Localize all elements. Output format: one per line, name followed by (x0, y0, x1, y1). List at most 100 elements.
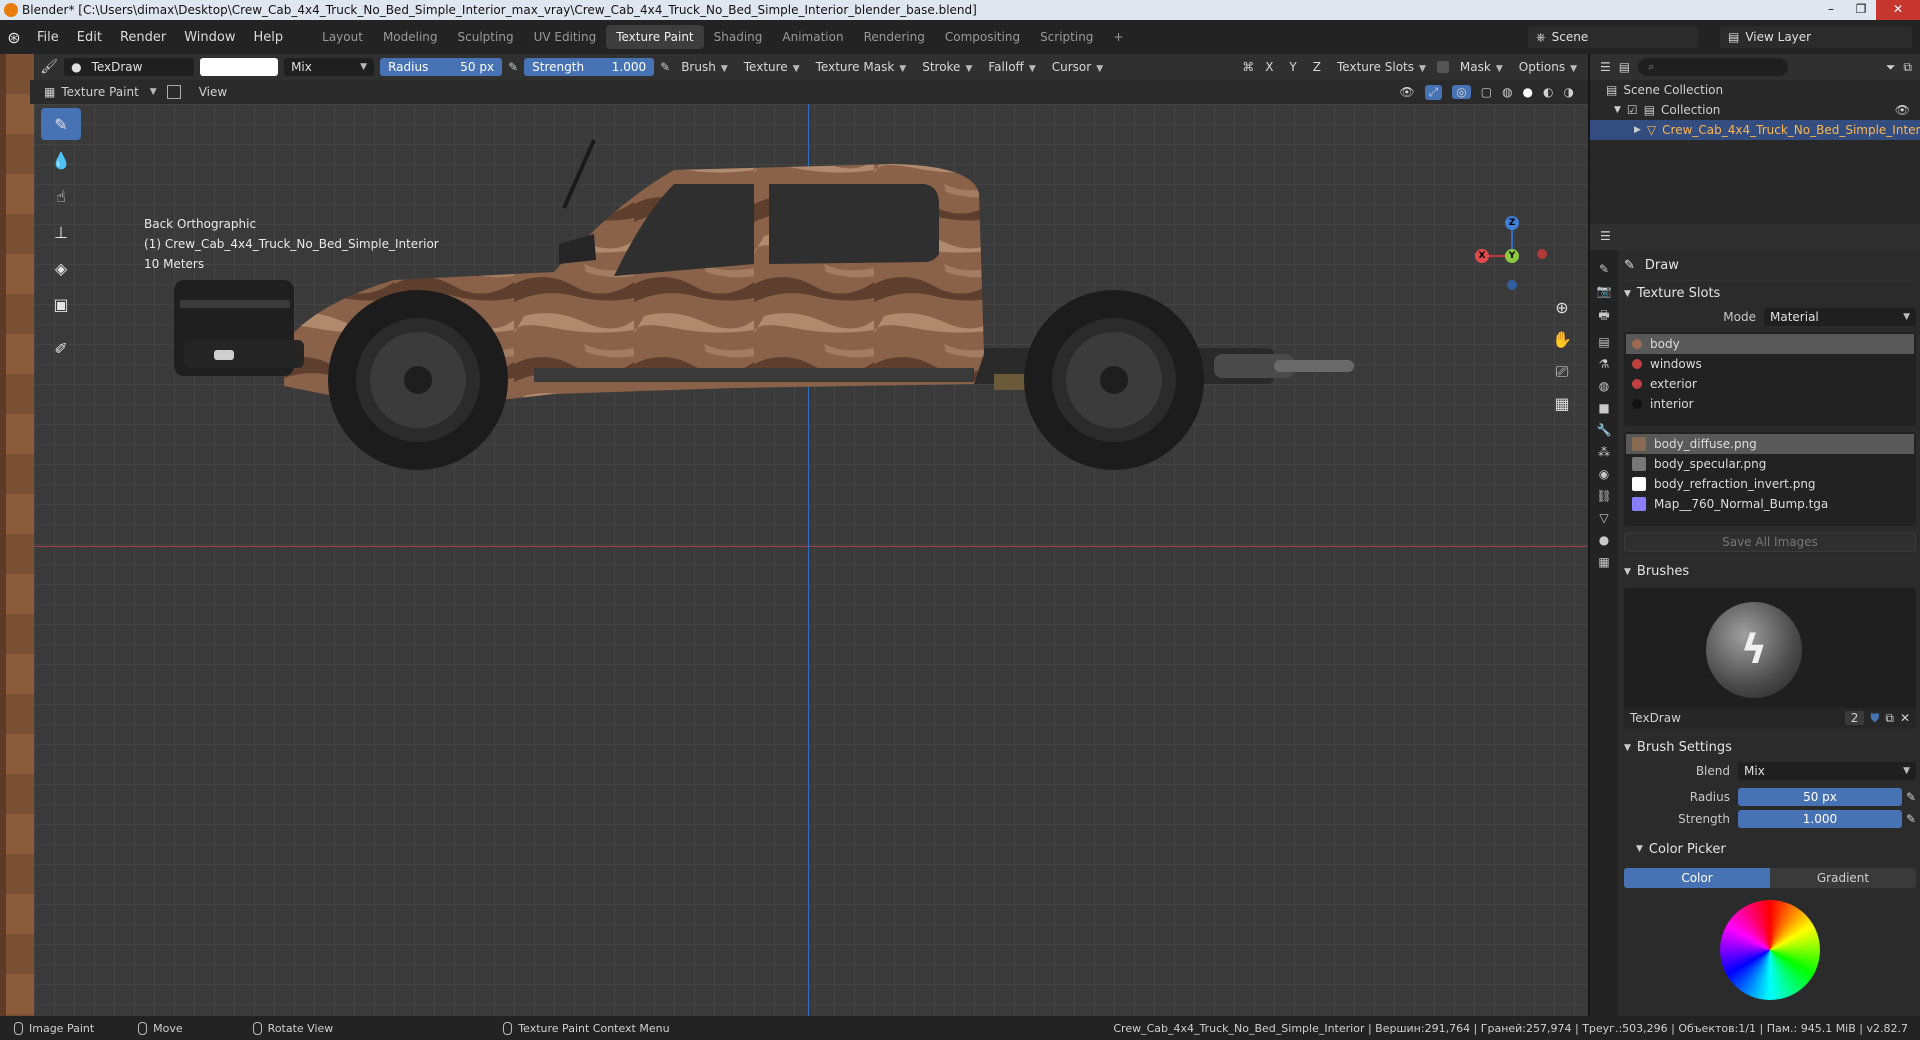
new-collection-icon[interactable]: ⧉ (1903, 60, 1912, 75)
tab-modeling[interactable]: Modeling (373, 25, 448, 49)
save-all-images-button[interactable]: Save All Images (1624, 532, 1916, 552)
menu-help[interactable]: Help (245, 30, 293, 45)
list-item[interactable]: body_specular.png (1626, 454, 1914, 474)
tab-texture-paint[interactable]: Texture Paint (606, 25, 704, 49)
tab-shading[interactable]: Shading (704, 25, 773, 49)
tab-uv-editing[interactable]: UV Editing (524, 25, 607, 49)
menu-window[interactable]: Window (175, 30, 244, 45)
constraints-tab-icon[interactable]: ⛓ (1594, 489, 1614, 503)
shading-rendered-icon[interactable]: ◑ (1564, 85, 1574, 99)
outliner-scene-collection[interactable]: ▤ Scene Collection (1590, 80, 1920, 100)
stroke-menu[interactable]: Stroke ▼ (917, 60, 977, 74)
pan-hand-icon[interactable]: ✋ (1548, 326, 1576, 354)
gizmo-neg-x-icon[interactable] (1537, 249, 1547, 259)
duplicate-icon[interactable]: ⧉ (1885, 711, 1894, 726)
camera-icon[interactable]: ⎚ (1548, 358, 1576, 386)
render-tab-icon[interactable]: 📷 (1594, 284, 1614, 298)
grid-view-icon[interactable]: ▦ (1548, 390, 1576, 418)
tab-color[interactable]: Color (1624, 868, 1770, 888)
shading-wireframe-icon[interactable]: ◍ (1502, 85, 1512, 99)
brush-name-field[interactable]: ● TexDraw (64, 58, 195, 76)
pressure-icon[interactable]: ✎ (1906, 812, 1916, 826)
menu-render[interactable]: Render (111, 30, 175, 45)
eye-icon[interactable]: 👁 (1895, 103, 1910, 117)
mirror-y-toggle[interactable]: Y (1284, 60, 1301, 74)
object-tab-icon[interactable]: ■ (1594, 401, 1614, 415)
color-swatch[interactable] (200, 58, 279, 76)
mirror-z-toggle[interactable]: Z (1308, 60, 1326, 74)
3d-viewport[interactable]: Back Orthographic (1) Crew_Cab_4x4_Truck… (34, 104, 1588, 1016)
gizmo-y-icon[interactable]: Y (1505, 249, 1519, 263)
texture-slots-menu[interactable]: Texture Slots ▼ (1332, 60, 1431, 74)
output-tab-icon[interactable]: 🖶 (1594, 306, 1614, 327)
close-icon[interactable]: ✕ (1876, 0, 1920, 20)
strength-field[interactable]: 1.000 (1738, 810, 1902, 828)
smear-tool-icon[interactable]: ☝ (41, 180, 81, 212)
view-menu[interactable]: View (199, 85, 227, 99)
brush-menu[interactable]: Brush ▼ (676, 60, 733, 74)
tab-rendering[interactable]: Rendering (854, 25, 935, 49)
blender-logo-icon[interactable]: ⊛ (0, 28, 28, 47)
blend-dropdown[interactable]: Mix ▼ (1738, 762, 1916, 780)
tool-tab-icon[interactable]: ✎ (1594, 262, 1614, 276)
visibility-icon[interactable]: 👁 (1399, 85, 1414, 99)
world-tab-icon[interactable]: ◍ (1594, 379, 1614, 393)
texture-slots-panel-header[interactable]: ▼ Texture Slots (1624, 280, 1916, 306)
mask-tool-icon[interactable]: ▣ (41, 288, 81, 320)
list-item[interactable]: interior (1626, 394, 1914, 414)
physics-tab-icon[interactable]: ◉ (1594, 467, 1614, 481)
brush-name-field[interactable]: TexDraw (1630, 711, 1839, 725)
outliner-collection[interactable]: ▼ ☑ ▤ Collection 👁 (1590, 100, 1920, 120)
blend-dropdown[interactable]: Mix ▼ (284, 58, 375, 76)
tab-sculpting[interactable]: Sculpting (448, 25, 524, 49)
minimize-icon[interactable]: – (1816, 0, 1846, 20)
brush-users-count[interactable]: 2 (1844, 711, 1865, 725)
scene-tab-icon[interactable]: ⚗ (1594, 357, 1614, 371)
fake-user-icon[interactable]: ⛊ (1870, 711, 1879, 726)
radius-slider[interactable]: Radius 50 px (380, 58, 503, 76)
view-layer-tab-icon[interactable]: ▤ (1594, 335, 1614, 349)
list-item[interactable]: exterior (1626, 374, 1914, 394)
cursor-menu[interactable]: Cursor ▼ (1047, 60, 1108, 74)
menu-file[interactable]: File (28, 30, 68, 45)
mirror-x-toggle[interactable]: X (1260, 60, 1278, 74)
filter-icon[interactable]: ⏷ (1886, 60, 1896, 75)
toggle-icon[interactable] (166, 85, 181, 99)
outliner-object-row[interactable]: ▶ ▽ Crew_Cab_4x4_Truck_No_Bed_Simple_Int… (1590, 120, 1920, 140)
modifier-tab-icon[interactable]: 🔧 (1594, 423, 1614, 437)
strength-slider[interactable]: Strength 1.000 (524, 58, 655, 76)
gizmo-toggle-icon[interactable]: ⤢ (1424, 84, 1443, 100)
overlays-icon[interactable]: ◎ (1452, 85, 1471, 99)
color-wheel[interactable] (1720, 900, 1820, 1000)
tab-animation[interactable]: Animation (772, 25, 853, 49)
navigation-gizmo[interactable]: Z Y X (1462, 210, 1572, 300)
gizmo-neg-z-icon[interactable] (1507, 280, 1517, 290)
view-layer-selector[interactable]: ▤ View Layer (1720, 26, 1912, 48)
soften-tool-icon[interactable]: 💧 (41, 144, 81, 176)
texture-tab-icon[interactable]: ▦ (1594, 555, 1614, 569)
clone-tool-icon[interactable]: ⊥ (41, 216, 81, 248)
zoom-icon[interactable]: ⊕ (1548, 294, 1576, 322)
gizmo-x-icon[interactable]: X (1475, 249, 1489, 263)
list-item[interactable]: body (1626, 334, 1914, 354)
tab-layout[interactable]: Layout (312, 25, 373, 49)
annotate-tool-icon[interactable]: ✐ (41, 332, 81, 364)
brush-preview[interactable]: ϟ TexDraw 2 ⛊ ⧉ ✕ (1624, 588, 1916, 728)
symmetry-icon[interactable]: ⌘ (1242, 60, 1254, 74)
brushes-panel-header[interactable]: ▼ Brushes (1624, 558, 1916, 584)
mode-dropdown[interactable]: Material ▼ (1764, 308, 1916, 326)
display-mode-icon[interactable]: ▤ (1619, 60, 1630, 74)
expand-icon[interactable]: ▶ (1634, 125, 1641, 135)
strength-pressure-icon[interactable]: ✎ (660, 60, 670, 74)
outliner-type-icon[interactable]: ☰ (1600, 60, 1611, 74)
tab-scripting[interactable]: Scripting (1030, 25, 1103, 49)
list-item[interactable]: body_refraction_invert.png (1626, 474, 1914, 494)
pressure-icon[interactable]: ✎ (508, 60, 518, 74)
unlink-icon[interactable]: ✕ (1900, 711, 1910, 725)
pressure-icon[interactable]: ✎ (1906, 790, 1916, 804)
options-menu[interactable]: Options ▼ (1514, 60, 1582, 74)
shading-solid-icon[interactable]: ● (1523, 85, 1533, 99)
material-tab-icon[interactable]: ● (1594, 533, 1614, 547)
expand-icon[interactable]: ▼ (1614, 105, 1621, 115)
color-picker-panel-header[interactable]: ▼ Color Picker (1624, 836, 1916, 862)
